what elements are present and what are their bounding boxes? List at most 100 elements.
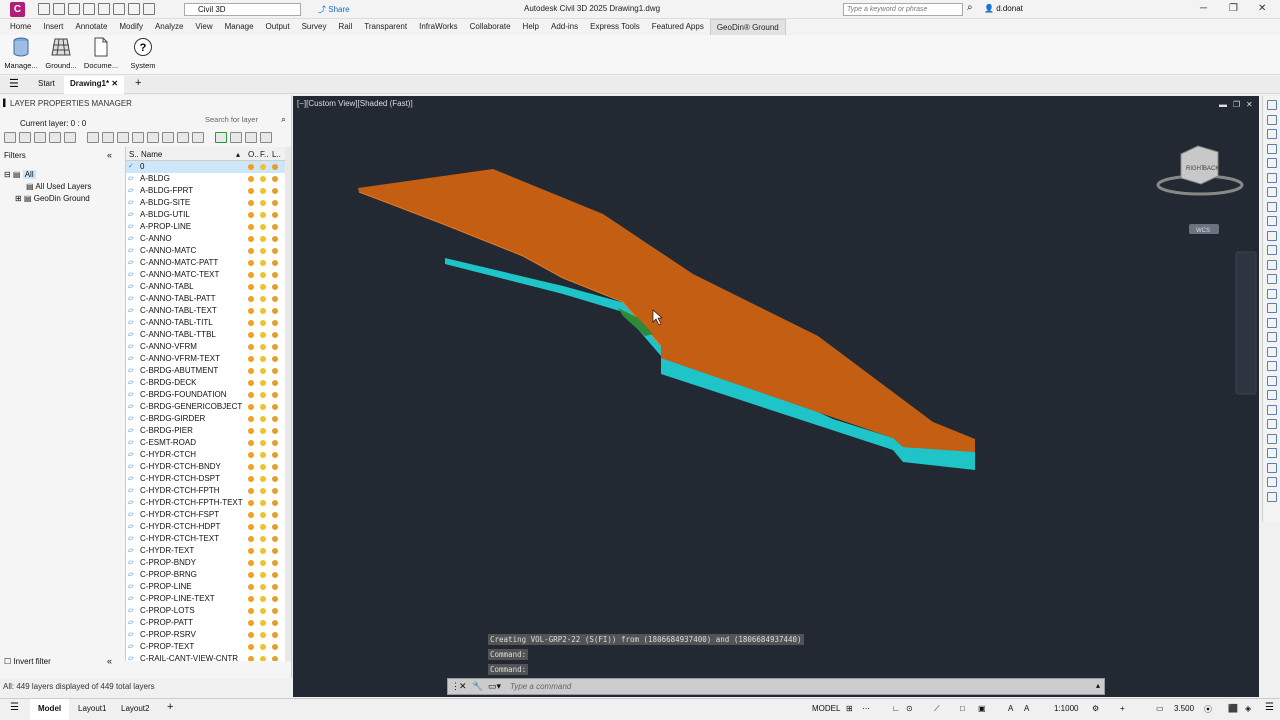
layer-row[interactable]: ▱ C-HYDR-CTCH-BNDY (126, 461, 285, 473)
collapse-filters-icon[interactable]: « (107, 150, 112, 160)
tab-transparent[interactable]: Transparent (358, 19, 413, 35)
layer-unlock-icon[interactable] (272, 164, 278, 170)
layer-on-bulb-icon[interactable] (248, 452, 254, 458)
layer-unlock-icon[interactable] (272, 584, 278, 590)
ground-button[interactable]: Ground... (42, 37, 80, 73)
quick-properties-icon[interactable]: ⦿ (1204, 704, 1212, 715)
layer-status-icon[interactable]: ▱ (128, 329, 137, 341)
close-command-icon[interactable]: ✕ (459, 681, 467, 692)
tab-help[interactable]: Help (517, 19, 545, 35)
tab-modify[interactable]: Modify (113, 19, 149, 35)
layer-thaw-sun-icon[interactable] (260, 200, 266, 206)
layer-on-bulb-icon[interactable] (248, 596, 254, 602)
drawing-viewport[interactable]: [−][Custom View][Shaded (Fast)] ▬ ❐ ✕ RI… (293, 96, 1259, 697)
layer-thaw-sun-icon[interactable] (260, 512, 266, 518)
layer-row[interactable]: ▱ C-ANNO-VFRM (126, 341, 285, 353)
customize-icon[interactable]: 🔧 (472, 681, 483, 692)
layer-unlock-icon[interactable] (272, 632, 278, 638)
viewcube[interactable]: RIGHT BACK (1156, 145, 1244, 196)
tool-palette-icon[interactable] (1266, 259, 1277, 270)
layer-status-icon[interactable]: ▱ (128, 485, 137, 497)
tab-express-tools[interactable]: Express Tools (584, 19, 646, 35)
layer-status-icon[interactable]: ▱ (128, 173, 137, 185)
collapse-icon[interactable]: « (107, 656, 112, 666)
layer-settings-icon[interactable] (49, 132, 61, 143)
layer-unlock-icon[interactable] (272, 464, 278, 470)
undo-icon[interactable] (128, 3, 140, 15)
layer-unlock-icon[interactable] (272, 236, 278, 242)
layer-tool-icon[interactable] (162, 132, 174, 143)
open-icon[interactable] (53, 3, 65, 15)
layer-thaw-sun-icon[interactable] (260, 524, 266, 530)
auto-scale-icon[interactable]: A (1024, 704, 1029, 713)
tool-palette-icon[interactable] (1266, 346, 1277, 357)
tool-palette-icon[interactable] (1266, 448, 1277, 458)
layer-row[interactable]: ▱ C-ANNO-VFRM-TEXT (126, 353, 285, 365)
layer-thaw-sun-icon[interactable] (260, 272, 266, 278)
layer-on-bulb-icon[interactable] (248, 512, 254, 518)
tool-palette-icon[interactable] (1266, 230, 1277, 241)
layer-unlock-icon[interactable] (272, 524, 278, 530)
layer-unlock-icon[interactable] (272, 536, 278, 542)
layer-row[interactable]: ▱ C-ANNO-MATC-PATT (126, 257, 285, 269)
layer-thaw-sun-icon[interactable] (260, 608, 266, 614)
layer-thaw-sun-icon[interactable] (260, 476, 266, 482)
layer-status-icon[interactable]: ▱ (128, 497, 137, 509)
layer-unlock-icon[interactable] (272, 500, 278, 506)
layer-row[interactable]: ▱ C-PROP-LINE-TEXT (126, 593, 285, 605)
layer-unlock-icon[interactable] (272, 416, 278, 422)
tab-rail[interactable]: Rail (332, 19, 358, 35)
layer-status-icon[interactable]: ▱ (128, 509, 137, 521)
layer-unlock-icon[interactable] (272, 404, 278, 410)
layer-unlock-icon[interactable] (272, 560, 278, 566)
layer-status-icon[interactable]: ▱ (128, 197, 137, 209)
tool-palette-icon[interactable] (1266, 187, 1277, 197)
layer-thaw-sun-icon[interactable] (260, 620, 266, 626)
layer-thaw-sun-icon[interactable] (260, 464, 266, 470)
layer-thaw-sun-icon[interactable] (260, 656, 266, 661)
layer-row[interactable]: ▱ A-BLDG-UTIL (126, 209, 285, 221)
layer-status-icon[interactable]: ▱ (128, 413, 137, 425)
layer-row[interactable]: ▱ C-BRDG-FOUNDATION (126, 389, 285, 401)
tool-palette-icon[interactable] (1266, 317, 1277, 328)
menu-icon[interactable]: ☰ (10, 702, 19, 713)
layer-on-bulb-icon[interactable] (248, 356, 254, 362)
tab-annotate[interactable]: Annotate (69, 19, 113, 35)
layer-on-bulb-icon[interactable] (248, 176, 254, 182)
layer-thaw-sun-icon[interactable] (260, 560, 266, 566)
layer-row[interactable]: ▱ C-ESMT-ROAD (126, 437, 285, 449)
layer-on-bulb-icon[interactable] (248, 632, 254, 638)
layer-status-icon[interactable]: ▱ (128, 317, 137, 329)
layer-status-icon[interactable]: ▱ (128, 617, 137, 629)
layer-row[interactable]: ▱ A-BLDG (126, 173, 285, 185)
layer-status-icon[interactable]: ▱ (128, 257, 137, 269)
tool-palette-icon[interactable] (1266, 158, 1277, 168)
tool-palette-icon[interactable] (1266, 419, 1277, 429)
col-on[interactable]: O.. (248, 150, 259, 159)
layer-thaw-sun-icon[interactable] (260, 356, 266, 362)
layer-row[interactable]: ▱ A-BLDG-SITE (126, 197, 285, 209)
layer-status-icon[interactable]: ▱ (128, 353, 137, 365)
layer-on-bulb-icon[interactable] (248, 284, 254, 290)
layer-unlock-icon[interactable] (272, 572, 278, 578)
tool-palette-icon[interactable] (1266, 361, 1277, 371)
layer-thaw-sun-icon[interactable] (260, 260, 266, 266)
tab-output[interactable]: Output (260, 19, 296, 35)
minimize-icon[interactable]: ─ (1200, 3, 1207, 14)
tree-item-used[interactable]: ▤ All Used Layers (4, 181, 91, 193)
layer-thaw-sun-icon[interactable] (260, 452, 266, 458)
tree-item-geodin[interactable]: ⊞ ▤ GeoDin Ground (4, 193, 91, 205)
layer-tool-icon[interactable] (147, 132, 159, 143)
layer-thaw-sun-icon[interactable] (260, 296, 266, 302)
layer-on-bulb-icon[interactable] (248, 572, 254, 578)
layer-thaw-sun-icon[interactable] (260, 332, 266, 338)
tool-palette-icon[interactable] (1266, 404, 1277, 415)
tool-palette-icon[interactable] (1266, 100, 1277, 110)
layer-status-icon[interactable]: ▱ (128, 629, 137, 641)
layer-thaw-sun-icon[interactable] (260, 584, 266, 590)
layer-status-icon[interactable]: ▱ (128, 557, 137, 569)
units-icon[interactable]: ▭ (1156, 704, 1164, 713)
layer-tool-icon[interactable] (245, 132, 257, 143)
tool-palette-icon[interactable] (1266, 303, 1277, 313)
layer-row[interactable]: ▱ C-BRDG-GENERICOBJECT (126, 401, 285, 413)
